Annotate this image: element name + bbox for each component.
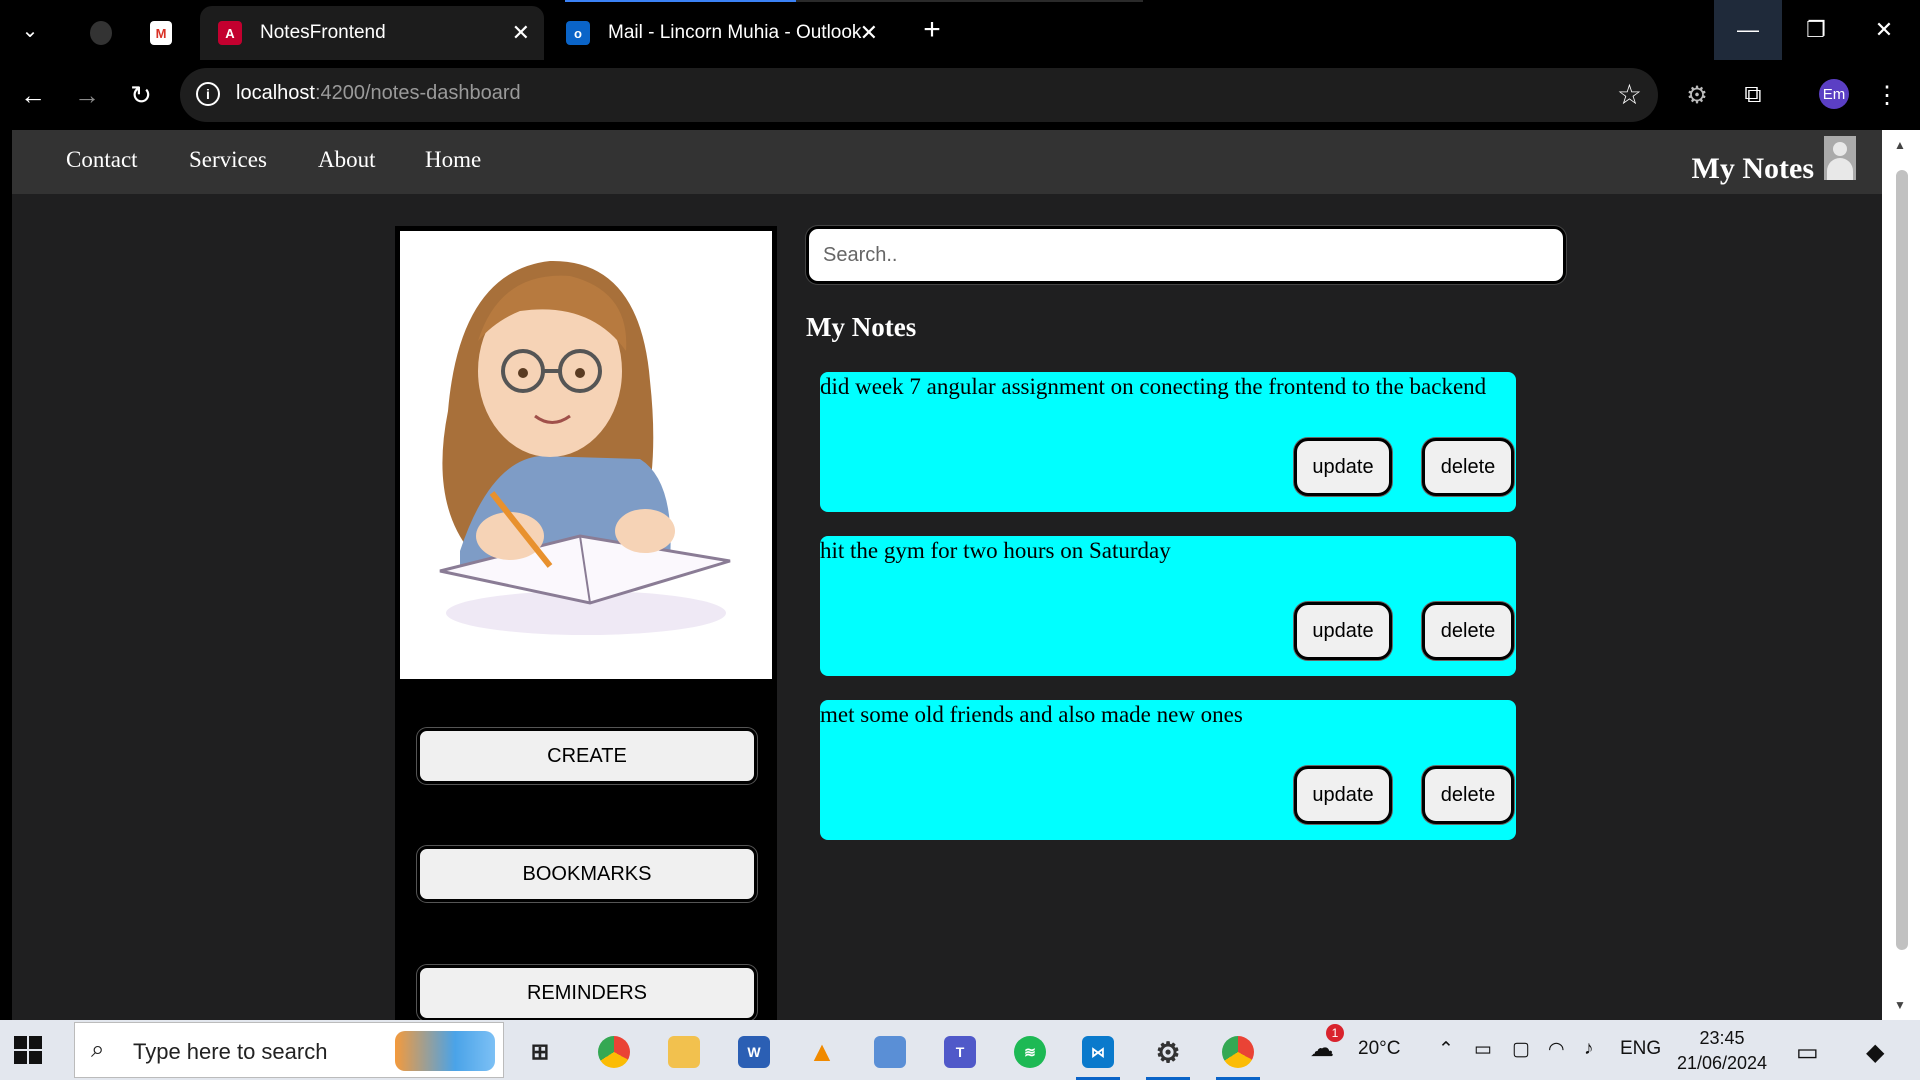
task-view-icon[interactable]: ⊞	[516, 1028, 564, 1076]
angular-icon: A	[218, 21, 242, 45]
vlc-icon[interactable]: ▲	[798, 1028, 846, 1076]
tab-search-chevron-icon[interactable]: ⌄	[12, 12, 48, 48]
create-button[interactable]: CREATE	[417, 728, 757, 784]
note-card: did week 7 angular assignment on conecti…	[820, 372, 1516, 512]
tab-strip: ⌄ M A NotesFrontend ✕ o Mail - Lincorn M…	[0, 0, 1920, 60]
note-card: hit the gym for two hours on Saturday up…	[820, 536, 1516, 676]
restore-icon[interactable]: ❐	[1782, 0, 1850, 60]
delete-button[interactable]: delete	[1422, 438, 1514, 496]
tab-gmail[interactable]: M	[132, 6, 190, 60]
delete-button[interactable]: delete	[1422, 602, 1514, 660]
note-text: met some old friends and also made new o…	[820, 702, 1243, 727]
wifi-icon[interactable]: ◠	[1548, 1038, 1565, 1061]
sidebar: CREATE BOOKMARKS REMINDERS	[395, 226, 777, 1020]
word-icon[interactable]: W	[730, 1028, 778, 1076]
chrome-icon[interactable]	[590, 1028, 638, 1076]
scroll-up-arrow-icon[interactable]: ▲	[1894, 138, 1906, 152]
page-viewport: Contact Services About Home My Notes CRE…	[0, 130, 1920, 1020]
outlook-icon: o	[566, 21, 590, 45]
nav-contact[interactable]: Contact	[66, 147, 138, 173]
taskbar-search-placeholder: Type here to search	[133, 1039, 328, 1064]
close-tab-icon[interactable]: ✕	[512, 20, 530, 46]
teams-icon[interactable]: T	[936, 1028, 984, 1076]
note-card: met some old friends and also made new o…	[820, 700, 1516, 840]
reload-icon[interactable]: ↻	[122, 76, 160, 114]
assistant-icon[interactable]: ⚙	[1680, 78, 1714, 112]
volume-icon[interactable]: ♪	[1584, 1038, 1594, 1060]
update-button[interactable]: update	[1294, 766, 1392, 824]
extensions-puzzle-icon[interactable]: ⧉	[1736, 78, 1770, 112]
notes-dashboard-page: Contact Services About Home My Notes CRE…	[12, 130, 1882, 1020]
nav-about[interactable]: About	[318, 147, 376, 173]
remote-desktop-icon[interactable]	[866, 1028, 914, 1076]
nav-home[interactable]: Home	[425, 147, 481, 173]
brand-title: My Notes	[1691, 152, 1814, 185]
file-explorer-icon[interactable]	[660, 1028, 708, 1076]
minimize-icon[interactable]: —	[1714, 0, 1782, 60]
url-text[interactable]: localhost:4200/notes-dashboard	[236, 82, 521, 105]
delete-button[interactable]: delete	[1422, 766, 1514, 824]
tab-title: NotesFrontend	[260, 22, 386, 43]
page-scrollbar[interactable]: ▲ ▼	[1882, 130, 1920, 1020]
reminders-button[interactable]: REMINDERS	[417, 965, 757, 1020]
tab-github[interactable]	[72, 6, 130, 60]
battery-icon[interactable]: ▭	[1474, 1038, 1492, 1061]
top-navbar: Contact Services About Home My Notes	[12, 130, 1882, 194]
tab-loading-bar	[565, 0, 1143, 2]
close-window-icon[interactable]: ✕	[1850, 0, 1918, 60]
weather-temp[interactable]: 20°C	[1358, 1038, 1400, 1060]
profile-avatar[interactable]: Em	[1819, 79, 1849, 109]
update-button[interactable]: update	[1294, 438, 1392, 496]
github-icon	[90, 21, 112, 45]
settings-gear-icon[interactable]: ⚙	[1144, 1028, 1192, 1080]
bookmarks-button[interactable]: BOOKMARKS	[417, 846, 757, 902]
back-arrow-icon[interactable]: ←	[14, 76, 52, 114]
windows-start-icon[interactable]	[14, 1036, 42, 1064]
gmail-icon: M	[150, 21, 172, 45]
clock-date: 21/06/2024	[1676, 1053, 1768, 1073]
section-title: My Notes	[806, 312, 917, 342]
browser-toolbar: ← → ↻ i localhost:4200/notes-dashboard ☆…	[0, 60, 1920, 130]
search-highlight-art	[395, 1031, 495, 1071]
girl-writing-illustration	[400, 231, 772, 679]
chevron-up-icon[interactable]: ⌃	[1438, 1038, 1454, 1061]
search-input[interactable]	[806, 226, 1566, 284]
tab-title: Mail - Lincorn Muhia - Outlook	[608, 22, 862, 43]
note-text: hit the gym for two hours on Saturday	[820, 538, 1171, 563]
user-avatar-icon[interactable]	[1824, 136, 1856, 180]
taskbar-search-box[interactable]: ⌕ Type here to search	[74, 1022, 504, 1078]
notification-icon[interactable]: ▭	[1796, 1038, 1819, 1067]
windows-taskbar: ⌕ Type here to search ⊞ W ▲ T ≋ ⋈ ⚙ ☁ 1 …	[0, 1020, 1920, 1080]
nav-services[interactable]: Services	[189, 147, 267, 173]
scroll-down-arrow-icon[interactable]: ▼	[1894, 998, 1906, 1012]
language-indicator[interactable]: ENG	[1620, 1038, 1661, 1060]
note-text: did week 7 angular assignment on conecti…	[820, 374, 1487, 399]
clock-time: 23:45	[1699, 1028, 1745, 1048]
update-button[interactable]: update	[1294, 602, 1392, 660]
copilot-icon[interactable]: ◆	[1866, 1038, 1884, 1067]
bookmark-star-icon[interactable]: ☆	[1617, 78, 1642, 111]
close-tab-icon[interactable]: ✕	[860, 20, 878, 46]
chrome-profile-icon[interactable]	[1214, 1028, 1262, 1080]
tab-outlook[interactable]: o Mail - Lincorn Muhia - Outlook ✕	[548, 6, 892, 60]
spotify-icon[interactable]: ≋	[1006, 1028, 1054, 1076]
system-clock[interactable]: 23:45 21/06/2024	[1672, 1026, 1772, 1076]
new-tab-plus-icon[interactable]: +	[914, 12, 950, 48]
vscode-icon[interactable]: ⋈	[1074, 1028, 1122, 1080]
site-info-icon[interactable]: i	[196, 82, 220, 106]
address-bar[interactable]: i localhost:4200/notes-dashboard ☆	[180, 68, 1658, 122]
weather-badge: 1	[1326, 1024, 1344, 1042]
tab-notesfrontend[interactable]: A NotesFrontend ✕	[200, 6, 544, 60]
forward-arrow-icon[interactable]: →	[68, 76, 106, 114]
scrollbar-thumb[interactable]	[1896, 170, 1908, 950]
meet-icon[interactable]: ▢	[1512, 1038, 1530, 1061]
menu-dots-icon[interactable]: ⋮	[1870, 78, 1904, 112]
search-icon: ⌕	[91, 1036, 105, 1063]
